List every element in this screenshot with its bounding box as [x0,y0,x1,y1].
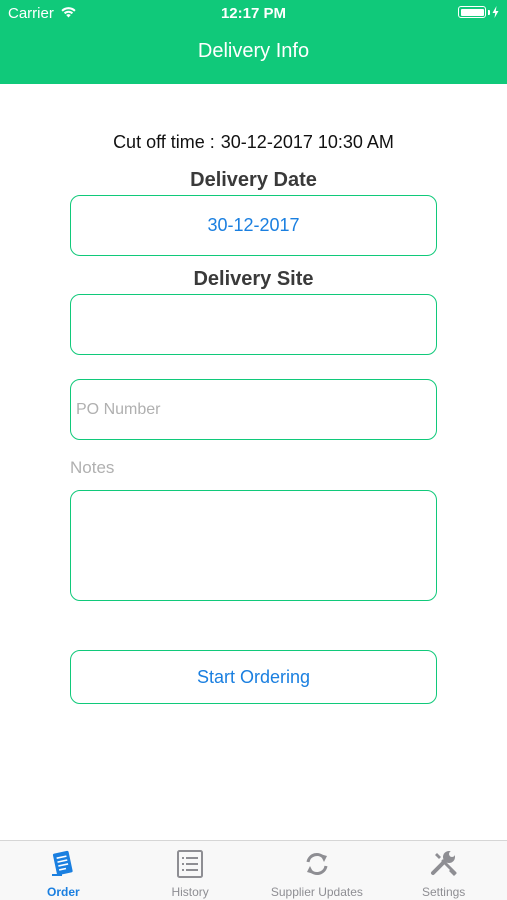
page-title: Delivery Info [197,40,310,62]
cutoff-label: Cut off time : [113,132,215,152]
delivery-site-label: Delivery Site [193,268,314,290]
tab-bar: Order History Supplier Updates Settings [0,840,507,900]
delivery-date-field[interactable]: 30-12-2017 [70,195,437,256]
charging-bolt-icon [492,6,499,18]
tab-label-supplier-updates: Supplier Updates [270,885,363,899]
tab-label-order: Order [47,885,80,899]
status-bar: Carrier 12:17 PM [0,0,507,28]
navigation-header: Carrier 12:17 PM Delivery Info [0,0,507,84]
tab-settings[interactable]: Settings [380,841,507,900]
tab-history[interactable]: History [127,841,254,900]
cutoff-time: Cut off time :30-12-2017 10:30 AM [0,132,507,153]
start-ordering-button[interactable]: Start Ordering [70,650,437,704]
notes-label: Notes [70,458,115,477]
tab-order[interactable]: Order [0,841,127,900]
delivery-site-field[interactable] [70,294,437,355]
tab-supplier-updates[interactable]: Supplier Updates [254,841,381,900]
order-icon [47,848,79,880]
tab-label-history: History [171,885,209,899]
history-icon [174,848,206,880]
notes-textarea[interactable] [70,490,437,601]
po-number-input[interactable]: PO Number [70,379,437,440]
tab-label-settings: Settings [421,885,466,899]
battery-icon [458,6,499,18]
status-clock: 12:17 PM [220,5,287,22]
wrench-screwdriver-icon [428,848,460,880]
refresh-icon [301,848,333,880]
cutoff-value: 30-12-2017 10:30 AM [220,132,394,152]
delivery-date-label: Delivery Date [190,169,317,191]
